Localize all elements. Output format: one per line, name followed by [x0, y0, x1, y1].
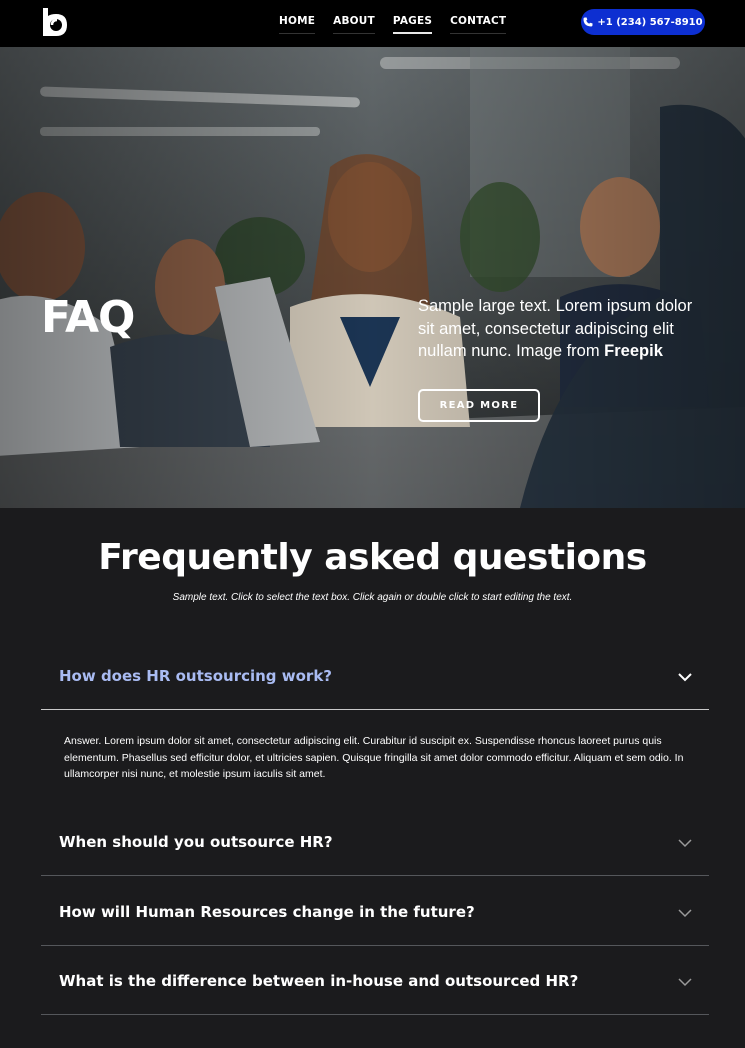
nav-about-label: ABOUT: [333, 15, 375, 27]
hero-text: Sample large text. Lorem ipsum dolor sit…: [418, 295, 708, 363]
chevron-down-icon: [678, 839, 692, 848]
nav-contact-label: CONTACT: [450, 15, 507, 27]
nav-home-label: HOME: [279, 15, 316, 27]
hero-photo: [0, 47, 745, 508]
site-header: HOME ABOUT PAGES CONTACT +1 (234) 567-89…: [0, 0, 745, 47]
nav-underline: [279, 33, 316, 34]
nav-home[interactable]: HOME: [270, 0, 324, 34]
phone-icon: [583, 17, 593, 27]
main-nav: HOME ABOUT PAGES CONTACT: [270, 0, 515, 47]
image-credit-link[interactable]: Freepik: [604, 342, 663, 360]
faq-question-4[interactable]: What is the difference between in-house …: [41, 951, 709, 1015]
faq-question-3[interactable]: How will Human Resources change in the f…: [41, 882, 709, 946]
chevron-up-icon: [678, 673, 692, 682]
faq-question-text: When should you outsource HR?: [59, 833, 333, 851]
nav-underline: [333, 33, 375, 34]
faq-answer-1: Answer. Lorem ipsum dolor sit amet, cons…: [64, 735, 684, 780]
phone-button[interactable]: +1 (234) 567-8910: [581, 9, 705, 35]
phone-number: +1 (234) 567-8910: [597, 16, 703, 28]
faq-title: Frequently asked questions: [98, 537, 647, 578]
nav-underline: [450, 33, 507, 34]
chevron-down-icon: [678, 978, 692, 987]
faq-subtitle: Sample text. Click to select the text bo…: [172, 592, 573, 603]
chevron-down-icon: [678, 909, 692, 918]
nav-underline-active: [392, 32, 433, 34]
read-more-button[interactable]: READ MORE: [418, 389, 540, 422]
hero-section: FAQ Sample large text. Lorem ipsum dolor…: [0, 47, 745, 508]
nav-pages[interactable]: PAGES: [384, 0, 441, 34]
logo-icon[interactable]: [40, 6, 70, 36]
nav-pages-label: PAGES: [392, 15, 433, 27]
faq-question-2[interactable]: When should you outsource HR?: [41, 812, 709, 876]
nav-contact[interactable]: CONTACT: [441, 0, 515, 34]
faq-question-text: What is the difference between in-house …: [59, 972, 579, 990]
faq-question-text: How does HR outsourcing work?: [59, 667, 333, 685]
faq-question-1[interactable]: How does HR outsourcing work?: [41, 646, 709, 710]
nav-about[interactable]: ABOUT: [324, 0, 384, 34]
hero-title: FAQ: [41, 292, 135, 343]
faq-question-text: How will Human Resources change in the f…: [59, 903, 475, 921]
